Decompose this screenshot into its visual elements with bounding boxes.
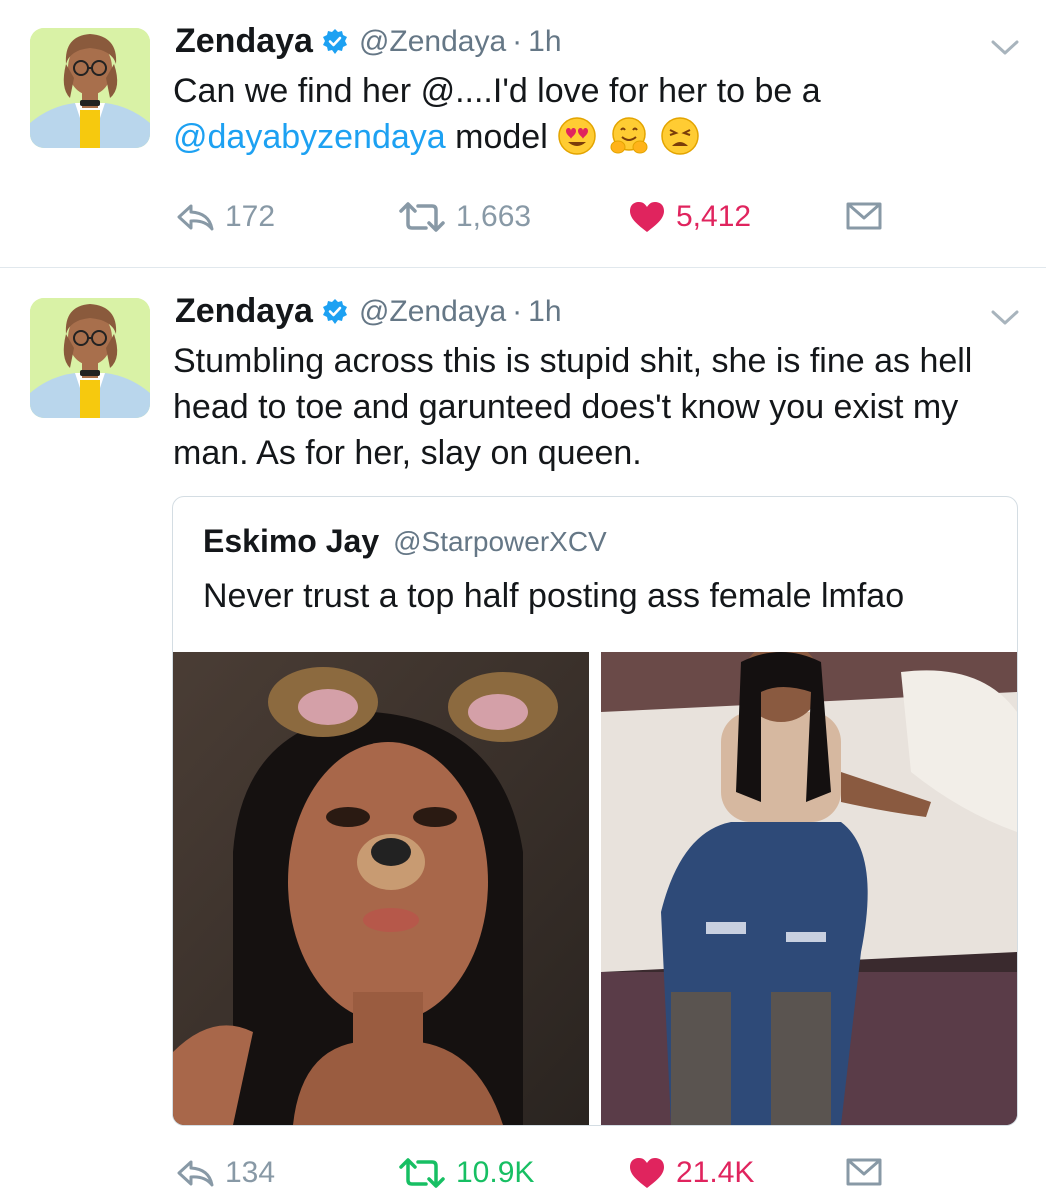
tweet-actions: 172 1,663 5,412: [0, 200, 1046, 240]
quoted-tweet-header: Eskimo Jay @StarpowerXCV: [203, 523, 607, 560]
heart-icon: [630, 1158, 664, 1188]
like-count: 21.4K: [676, 1156, 755, 1189]
like-button[interactable]: 21.4K: [628, 1156, 754, 1190]
retweet-count: 10.9K: [456, 1156, 535, 1189]
reply-count: 172: [225, 200, 276, 233]
retweet-icon: [399, 202, 445, 232]
dm-button[interactable]: [846, 1156, 892, 1186]
quoted-author-name[interactable]: Eskimo Jay: [203, 523, 379, 560]
tweet-actions: 134 10.9K 21.4K: [0, 1156, 1046, 1196]
weary-emoji: [661, 117, 699, 155]
chevron-down-icon[interactable]: [990, 38, 1020, 58]
reply-count: 134: [225, 1156, 276, 1189]
retweet-button[interactable]: 1,663: [398, 200, 531, 234]
author-name[interactable]: Zendaya: [175, 292, 313, 331]
quoted-tweet-text: Never trust a top half posting ass femal…: [203, 577, 905, 615]
envelope-icon: [846, 1158, 882, 1186]
avatar[interactable]: [30, 298, 150, 418]
tweet-timestamp[interactable]: 1h: [528, 295, 561, 329]
reply-icon: [177, 204, 214, 231]
tweet-1[interactable]: Zendaya @Zendaya · 1h Can we find her @.…: [0, 0, 1046, 268]
avatar[interactable]: [30, 28, 150, 148]
separator-dot: ·: [512, 24, 523, 58]
mention-link[interactable]: @dayabyzendaya: [173, 118, 446, 156]
reply-button[interactable]: 134: [175, 1156, 275, 1190]
heart-icon: [630, 202, 664, 232]
author-handle[interactable]: @Zendaya: [359, 295, 506, 329]
verified-badge-icon: [321, 28, 349, 56]
tweet-text-continuation: model: [445, 118, 548, 156]
envelope-icon: [846, 202, 882, 230]
tweet-text: Stumbling across this is stupid shit, sh…: [173, 342, 973, 472]
reply-button[interactable]: 172: [175, 200, 275, 234]
chevron-down-icon[interactable]: [990, 308, 1020, 328]
tweet-2[interactable]: Zendaya @Zendaya · 1h Stumbling across t…: [0, 268, 1046, 1200]
quoted-photo-2[interactable]: [601, 652, 1017, 1125]
quoted-photo-1[interactable]: [173, 652, 589, 1125]
retweet-icon: [399, 1158, 445, 1188]
dm-button[interactable]: [846, 200, 892, 230]
reply-icon: [177, 1160, 214, 1187]
tweet-header: Zendaya @Zendaya · 1h: [175, 22, 562, 61]
tweet-timestamp[interactable]: 1h: [528, 25, 561, 59]
quoted-author-handle[interactable]: @StarpowerXCV: [393, 526, 607, 558]
heart-eyes-emoji: [558, 117, 596, 155]
hugging-emoji: [610, 117, 648, 154]
like-count: 5,412: [676, 200, 752, 233]
author-name[interactable]: Zendaya: [175, 22, 313, 61]
separator-dot: ·: [512, 294, 523, 328]
like-button[interactable]: 5,412: [628, 200, 751, 234]
tweet-text: Can we find her @....I'd love for her to…: [173, 68, 1013, 160]
quoted-tweet[interactable]: Eskimo Jay @StarpowerXCV Never trust a t…: [172, 496, 1018, 1126]
retweet-button[interactable]: 10.9K: [398, 1156, 534, 1190]
verified-badge-icon: [321, 298, 349, 326]
tweet-text-line: Can we find her @....I'd love for her to…: [173, 72, 821, 110]
retweet-count: 1,663: [456, 200, 532, 233]
author-handle[interactable]: @Zendaya: [359, 25, 506, 59]
tweet-header: Zendaya @Zendaya · 1h: [175, 292, 562, 331]
